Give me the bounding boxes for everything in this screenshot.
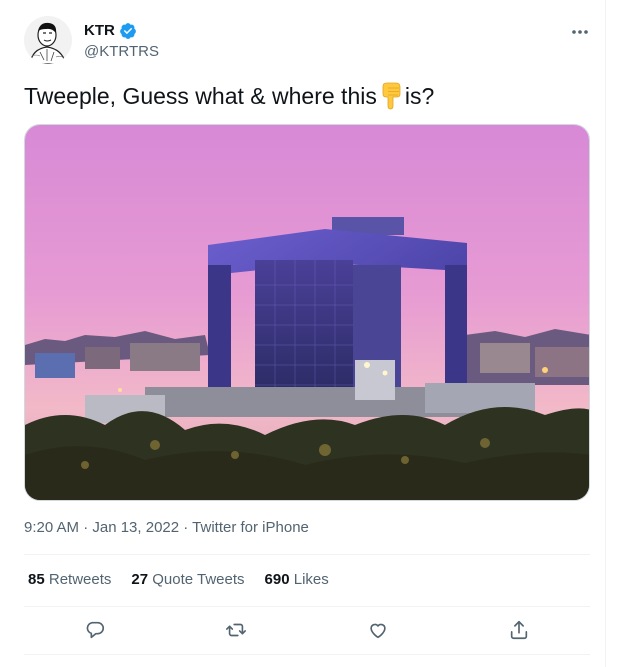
like-icon[interactable] xyxy=(366,618,390,642)
tweet-card: KTR @KTRTRS Tweeple, Guess what & where … xyxy=(0,0,606,667)
tweet-text-after: is? xyxy=(404,83,435,109)
more-icon[interactable] xyxy=(566,22,594,42)
divider xyxy=(24,654,590,655)
stat-retweets[interactable]: 85 Retweets xyxy=(28,570,111,590)
stat-count: 85 xyxy=(28,571,45,588)
stat-count: 690 xyxy=(264,571,290,588)
tweet-photo[interactable] xyxy=(24,124,590,501)
stat-likes[interactable]: 690 Likes xyxy=(265,570,329,590)
retweet-icon[interactable] xyxy=(224,618,248,642)
reply-icon[interactable] xyxy=(83,618,107,642)
pointing-down-emoji-icon xyxy=(379,82,403,110)
building-photo xyxy=(25,125,589,500)
stat-quote-tweets[interactable]: 27 Quote Tweets xyxy=(131,570,244,590)
stat-label: Likes xyxy=(293,571,329,588)
divider xyxy=(24,554,590,555)
action-bar xyxy=(24,606,590,654)
author-name-row: KTR xyxy=(84,21,159,41)
tweet-text-before: Tweeple, Guess what & where this xyxy=(24,83,377,109)
share-icon[interactable] xyxy=(507,618,531,642)
tweet-text: Tweeple, Guess what & where this is? xyxy=(24,80,434,112)
avatar-sketch xyxy=(24,16,72,64)
stat-count: 27 xyxy=(131,571,149,588)
stat-label: Quote Tweets xyxy=(152,571,245,588)
verified-badge-icon xyxy=(119,23,136,39)
tweet-meta[interactable]: 9:20 AM · Jan 13, 2022 · Twitter for iPh… xyxy=(24,518,309,538)
author-handle[interactable]: @KTRTRS xyxy=(84,42,159,62)
author-block: KTR @KTRTRS xyxy=(84,21,159,62)
tweet-stats: 85 Retweets 27 Quote Tweets 690 Likes xyxy=(28,570,329,590)
stat-label: Retweets xyxy=(48,571,112,588)
avatar[interactable] xyxy=(24,16,72,64)
author-name[interactable]: KTR xyxy=(84,21,115,41)
